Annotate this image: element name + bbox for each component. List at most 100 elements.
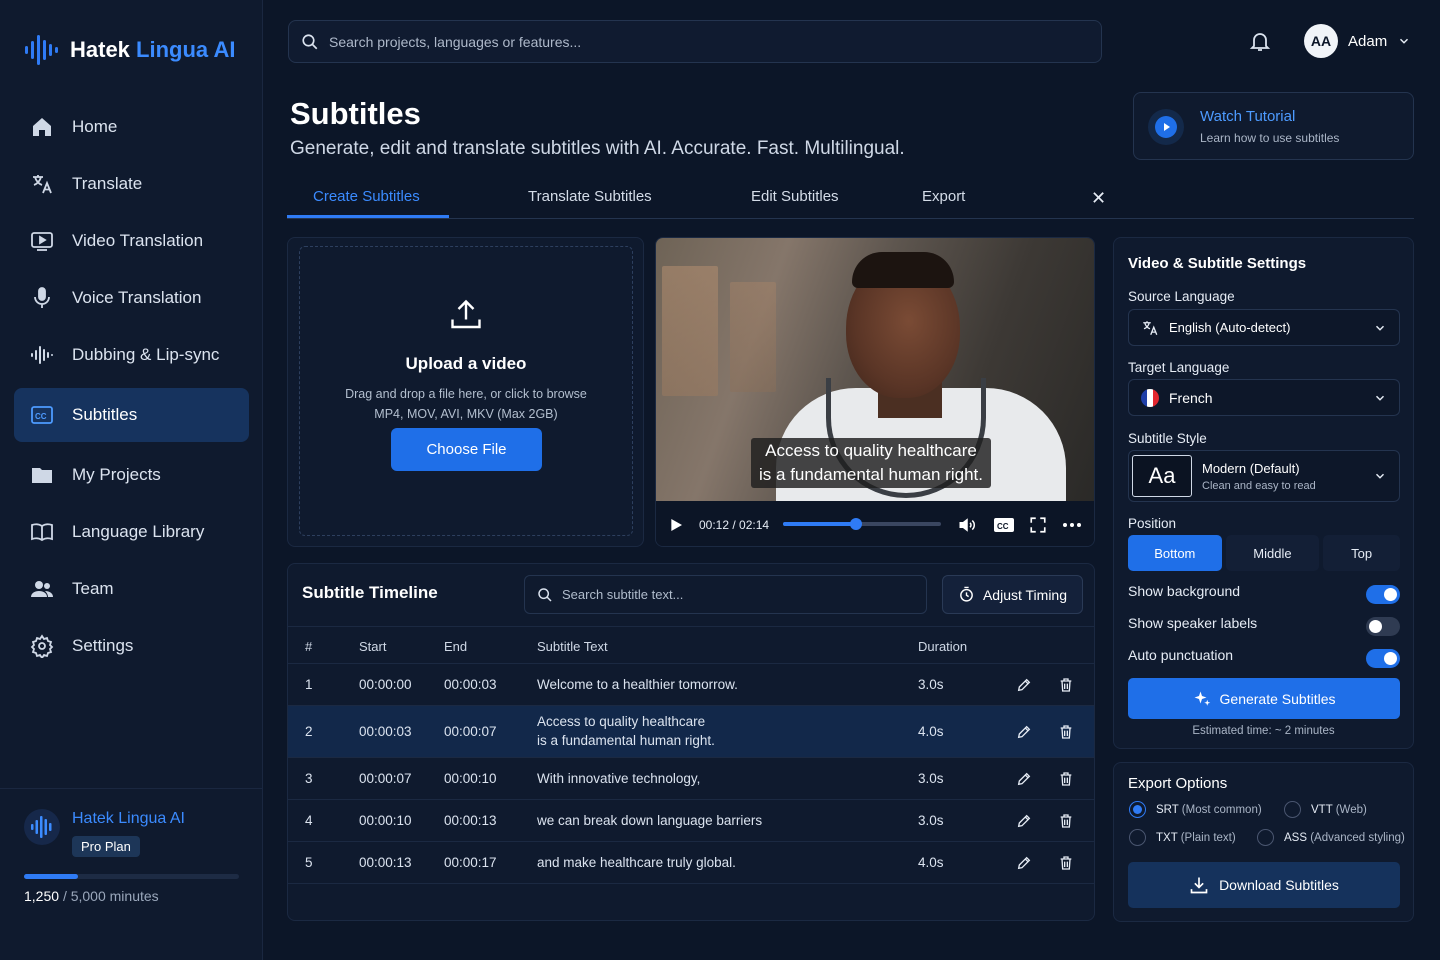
sidebar-item-video-translation[interactable]: Video Translation [14,214,249,268]
upload-dropzone[interactable]: Upload a video Drag and drop a file here… [299,246,633,536]
sidebar-item-label: Home [72,117,118,136]
show-speaker-labels-row: Show speaker labels [1128,615,1400,637]
sidebar-item-language-library[interactable]: Language Library [14,505,249,559]
user-menu[interactable]: AA Adam [1304,24,1411,58]
subtitle-tabs: Create Subtitles Translate Subtitles Edi… [287,178,1414,219]
tab-translate-subtitles[interactable]: Translate Subtitles [528,188,652,205]
show-background-toggle[interactable] [1366,585,1400,604]
generate-subtitles-button[interactable]: Generate Subtitles [1128,678,1400,719]
edit-icon[interactable] [1016,813,1032,832]
format-ass-radio[interactable]: ASS (Advanced styling) [1257,829,1405,846]
table-row[interactable]: 4 00:00:10 00:00:13 we can break down langu… [288,800,1094,842]
sidebar-item-label: Team [72,579,114,598]
end-time: 00:00:10 [444,771,497,786]
duration: 4.0s [918,855,944,870]
sidebar-item-dubbing[interactable]: Dubbing & Lip-sync [14,328,249,382]
tab-export[interactable]: Export [922,188,965,205]
video-frame[interactable]: Access to quality healthcare is a fundame… [656,238,1094,528]
sidebar-item-translate[interactable]: Translate [14,157,249,211]
format-txt-radio[interactable]: TXT (Plain text) [1129,829,1236,846]
auto-punctuation-toggle[interactable] [1366,649,1400,668]
edit-icon[interactable] [1016,855,1032,874]
more-options-button[interactable] [1062,501,1082,546]
play-button[interactable] [668,501,684,546]
adjust-timing-button[interactable]: Adjust Timing [942,575,1083,614]
column-header: End [444,639,468,654]
column-header: # [305,639,313,654]
format-srt-radio[interactable]: SRT (Most common) [1129,801,1262,818]
format-vtt-radio[interactable]: VTT (Web) [1284,801,1367,818]
sidebar-item-subtitles[interactable]: CC Subtitles [14,388,249,442]
trash-icon[interactable] [1058,855,1074,874]
app-logo[interactable]: Hatek Lingua AI [24,32,235,68]
estimated-time: Estimated time: ~ 2 minutes [1192,725,1335,737]
row-number: 2 [305,724,313,739]
tab-edit-subtitles[interactable]: Edit Subtitles [751,188,839,205]
show-speaker-labels-toggle[interactable] [1366,617,1400,636]
folder-icon [30,463,54,487]
table-row[interactable]: 3 00:00:07 00:00:10 With innovative technol… [288,758,1094,800]
translate-icon [1143,320,1158,335]
gear-icon [30,634,54,658]
sidebar-item-home[interactable]: Home [14,100,249,154]
usage-bar-fill [24,874,78,879]
subtitle-search-input[interactable] [562,587,902,602]
table-row[interactable]: 1 00:00:00 00:00:03 Welcome to a healthier … [288,664,1094,706]
source-language-select[interactable]: English (Auto-detect) [1128,309,1400,346]
watch-tutorial-card[interactable]: Watch Tutorial Learn how to use subtitle… [1133,92,1414,160]
settings-title: Video & Subtitle Settings [1128,255,1307,272]
fullscreen-button[interactable] [1029,501,1047,546]
end-time: 00:00:03 [444,677,497,692]
video-player[interactable]: Access to quality healthcare is a fundame… [655,237,1095,547]
trash-icon[interactable] [1058,677,1074,696]
seek-handle[interactable] [849,518,862,530]
toggle-label: Auto punctuation [1128,647,1234,663]
search-icon [538,587,552,602]
notifications-button[interactable] [1248,29,1272,58]
show-background-row: Show background [1128,583,1400,605]
usage-bar [24,874,239,879]
bell-icon [1249,33,1271,51]
subtitle-search[interactable] [524,575,927,614]
subtitle-text: With innovative technology, [537,771,701,786]
subtitle-text: Access to quality healthcare [537,714,706,729]
toggle-label: Show background [1128,583,1241,599]
sidebar-item-my-projects[interactable]: My Projects [14,448,249,502]
trash-icon[interactable] [1058,771,1074,790]
waveform-icon [30,343,54,367]
edit-icon[interactable] [1016,771,1032,790]
trash-icon[interactable] [1058,813,1074,832]
position-middle-button[interactable]: Middle [1225,535,1320,571]
edit-icon[interactable] [1016,677,1032,696]
svg-text:CC: CC [35,412,47,421]
tab-create-subtitles[interactable]: Create Subtitles [313,188,420,205]
table-row[interactable]: 5 00:00:13 00:00:17 and make healthcare tru… [288,842,1094,884]
edit-icon[interactable] [1016,724,1032,743]
choose-file-button[interactable]: Choose File [391,428,542,471]
subtitle-text: is a fundamental human right. [537,733,715,748]
global-search[interactable] [288,20,1102,63]
sidebar-item-settings[interactable]: Settings [14,619,249,673]
sidebar-item-team[interactable]: Team [14,562,249,616]
video-icon [30,229,54,253]
subtitle-timeline: Subtitle Timeline Adjust Timing # Start … [287,563,1095,921]
close-icon[interactable]: ✕ [1091,188,1106,209]
active-tab-indicator [287,215,449,218]
seek-bar[interactable] [783,518,941,530]
download-subtitles-button[interactable]: Download Subtitles [1128,862,1400,908]
book-icon [30,520,54,544]
target-language-select[interactable]: French [1128,379,1400,416]
position-bottom-button[interactable]: Bottom [1128,535,1222,571]
subtitle-style-select[interactable]: Aa Modern (Default) Clean and easy to re… [1128,450,1400,502]
auto-punctuation-row: Auto punctuation [1128,647,1400,669]
duration: 3.0s [918,677,944,692]
table-row[interactable]: 2 00:00:03 00:00:07 Access to quality healt… [288,706,1094,758]
trash-icon[interactable] [1058,724,1074,743]
search-input[interactable] [329,33,1029,50]
sidebar-item-voice-translation[interactable]: Voice Translation [14,271,249,325]
captions-toggle[interactable]: CC [994,501,1014,546]
position-top-button[interactable]: Top [1323,535,1400,571]
volume-button[interactable] [958,501,976,546]
subtitle-text: and make healthcare truly global. [537,855,736,870]
column-header: Start [359,639,387,654]
